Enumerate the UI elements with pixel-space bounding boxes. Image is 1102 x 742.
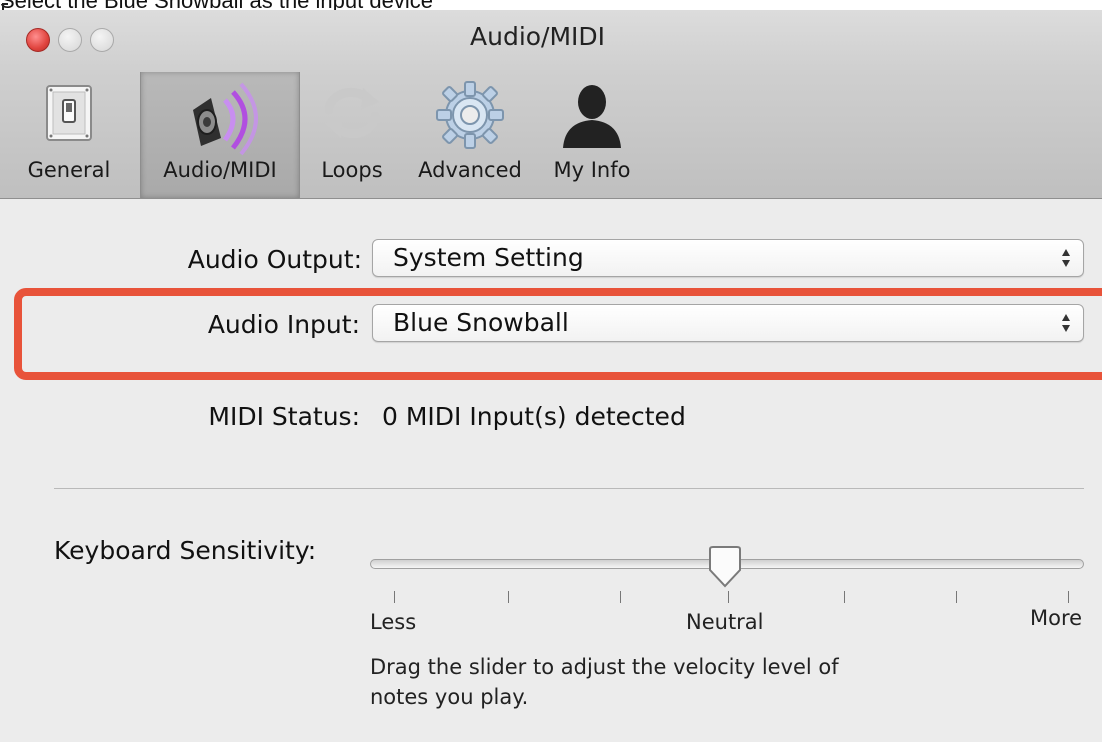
audio-input-popup[interactable]: Blue Snowball <box>372 304 1084 342</box>
audio-input-value: Blue Snowball <box>393 308 569 337</box>
window-title: Audio/MIDI <box>470 22 606 51</box>
toolbar-label-my-info: My Info <box>553 158 631 182</box>
toolbar-label-general: General <box>27 158 111 182</box>
midi-status-value: 0 MIDI Input(s) detected <box>382 402 686 431</box>
gear-icon <box>435 80 505 154</box>
person-icon <box>557 80 627 154</box>
close-button[interactable] <box>26 28 50 52</box>
speaker-icon <box>175 80 265 160</box>
preferences-window: Audio/MIDI General Audio/MIDI Loops Adva… <box>0 10 1102 742</box>
slider-less-label: Less <box>370 610 417 634</box>
slider-tick <box>508 591 509 603</box>
minimize-button[interactable] <box>58 28 82 52</box>
toolbar-item-loops[interactable]: Loops <box>300 72 404 198</box>
toolbar-label-audio-midi: Audio/MIDI <box>163 158 277 182</box>
audio-output-label: Audio Output: <box>187 245 362 274</box>
slider-neutral-label: Neutral <box>686 610 764 634</box>
midi-status-label: MIDI Status: <box>208 402 360 431</box>
updown-arrows-icon <box>1061 247 1071 269</box>
loops-icon <box>317 80 387 150</box>
slider-tick <box>956 591 957 603</box>
keyboard-sensitivity-label: Keyboard Sensitivity: <box>54 536 317 565</box>
toolbar-item-general[interactable]: General <box>0 72 138 198</box>
toolbar-label-advanced: Advanced <box>418 158 522 182</box>
sensitivity-slider-thumb[interactable] <box>706 546 744 594</box>
slider-more-label: More <box>1030 606 1083 630</box>
audio-input-label: Audio Input: <box>207 310 360 339</box>
slider-tick <box>844 591 845 603</box>
slider-tick <box>620 591 621 603</box>
toolbar: General Audio/MIDI Loops Advanced My Inf… <box>0 72 1102 199</box>
separator <box>54 488 1084 489</box>
audio-output-value: System Setting <box>393 243 584 272</box>
slider-tick <box>1068 591 1069 603</box>
toolbar-item-my-info[interactable]: My Info <box>536 72 648 198</box>
switch-icon <box>39 80 99 150</box>
toolbar-item-advanced[interactable]: Advanced <box>404 72 536 198</box>
updown-arrows-icon <box>1061 312 1071 334</box>
toolbar-label-loops: Loops <box>321 158 383 182</box>
zoom-button[interactable] <box>90 28 114 52</box>
title-bar: Audio/MIDI <box>0 10 1102 72</box>
slider-help-text: Drag the slider to adjust the velocity l… <box>370 655 839 709</box>
toolbar-item-audio-midi[interactable]: Audio/MIDI <box>140 72 300 198</box>
slider-tick <box>728 591 729 603</box>
slider-tick <box>394 591 395 603</box>
audio-output-popup[interactable]: System Setting <box>372 239 1084 277</box>
